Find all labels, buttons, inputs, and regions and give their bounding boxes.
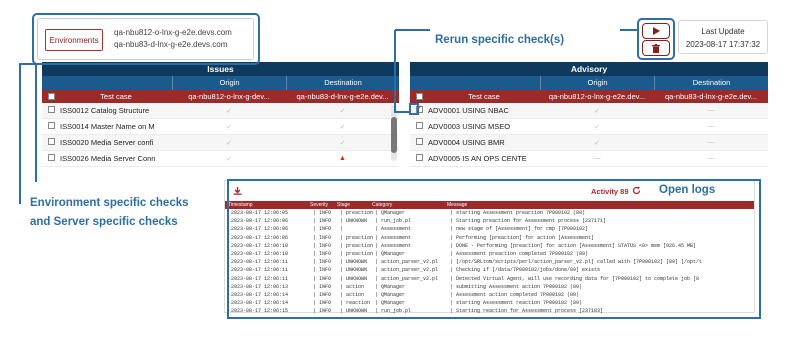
- env-highlight-box: [32, 13, 260, 65]
- annotation-open-logs: Open logs: [659, 184, 716, 196]
- annotation-lines: [19, 13, 761, 319]
- rerun-highlight-box: [637, 18, 675, 60]
- annotation-rerun: Rerun specific check(s): [435, 34, 565, 46]
- annotation-env-line1: Environment specific checks: [30, 197, 189, 209]
- rerun-checkbox-highlight: [409, 103, 419, 115]
- annotation-env-line2: and Server specific checks: [30, 216, 178, 228]
- env-bracket: [19, 63, 37, 204]
- annotation-env-checks: Environment specific checks and Server s…: [30, 194, 189, 232]
- log-highlight-box: [227, 179, 761, 319]
